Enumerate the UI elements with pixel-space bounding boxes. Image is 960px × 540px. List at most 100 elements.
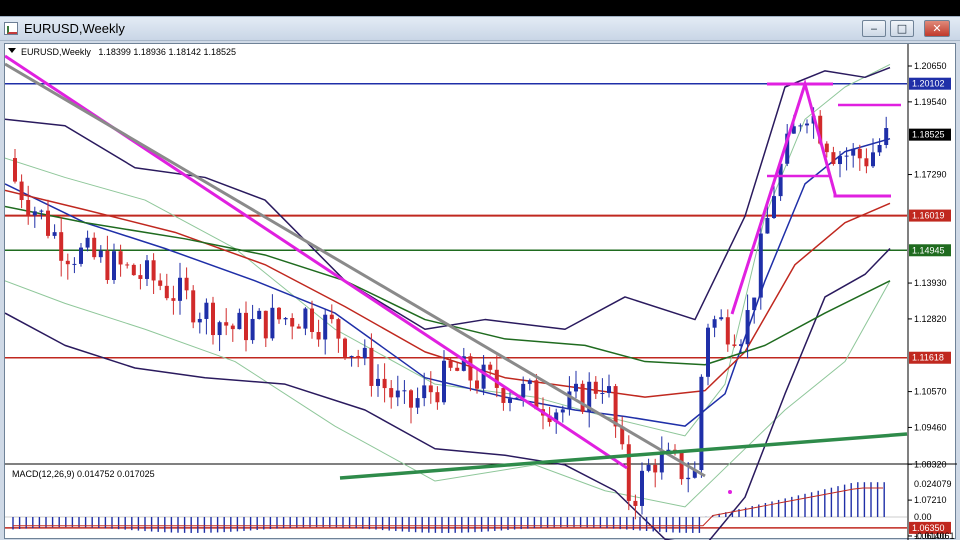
macd-marker-dot: [728, 490, 732, 494]
candle-body: [633, 500, 638, 506]
candle-body: [343, 338, 347, 357]
price-tick-label: 1.08320: [914, 459, 947, 469]
candle-body: [250, 318, 255, 341]
candle-body: [138, 275, 143, 279]
symbol-label: EURUSD,Weekly: [21, 47, 91, 57]
candle-body: [303, 308, 308, 329]
candle-body: [316, 332, 321, 340]
candle-body: [442, 360, 446, 403]
candle-body: [85, 237, 90, 248]
price-tick-label: 1.07210: [914, 495, 947, 505]
double-top-pattern: [730, 78, 891, 315]
candle-body: [435, 392, 440, 403]
candle-body: [204, 302, 209, 319]
candle-body: [824, 143, 829, 153]
candle-body: [884, 128, 889, 145]
candle-body: [19, 181, 24, 201]
macd-tick-label: 0.00: [914, 512, 932, 522]
candle-body: [382, 378, 387, 389]
candle-body: [613, 386, 618, 427]
candle-body: [422, 385, 427, 399]
candle-body: [178, 277, 182, 301]
chart-canvas[interactable]: 1.20650 1.19540 1.17290 1.13930 1.12820 1.105…: [5, 44, 957, 540]
candle-body: [323, 314, 328, 340]
candle-body: [290, 318, 295, 327]
candle-body: [237, 312, 242, 330]
candle-body: [402, 390, 407, 392]
candle-body: [211, 302, 215, 336]
close-button[interactable]: ✕: [924, 20, 950, 37]
minimize-button[interactable]: ‒: [862, 20, 886, 37]
candle-body: [640, 470, 644, 506]
candle-body: [257, 310, 262, 319]
candle-body: [534, 380, 539, 410]
candle-body: [752, 297, 757, 311]
candle-body: [32, 211, 37, 216]
price-chart[interactable]: 1.20650 1.19540 1.17290 1.13930 1.12820 1.105…: [4, 43, 957, 540]
candle-body: [600, 392, 605, 394]
candle-body: [851, 148, 856, 156]
candle-body: [244, 312, 248, 341]
candle-body: [607, 386, 611, 393]
chart-menu-arrow-icon[interactable]: [8, 48, 16, 53]
candle-body: [230, 325, 235, 330]
candle-body: [679, 451, 684, 480]
price-label-text: 1.20102: [912, 79, 945, 89]
trendline-gray-down: [5, 62, 706, 478]
candle-body: [626, 444, 631, 501]
candle-body: [329, 314, 334, 320]
window-title: EURUSD,Weekly: [24, 21, 125, 36]
candle-body: [92, 237, 97, 258]
price-tick-label: 1.12820: [914, 314, 947, 324]
candle-body: [145, 260, 149, 279]
candle-body: [805, 123, 809, 126]
macd-indicator-label: MACD(12,26,9) 0.014752 0.017025: [12, 469, 155, 479]
candle-body: [409, 390, 413, 408]
candle-body: [857, 148, 862, 159]
candle-body: [864, 158, 869, 167]
candle-body: [508, 398, 512, 403]
symbol-header: EURUSD,Weekly 1.18399 1.18936 1.18142 1.…: [21, 47, 236, 57]
chart-window-icon[interactable]: [4, 22, 18, 35]
candle-body: [428, 385, 433, 393]
candle-body: [488, 364, 493, 370]
candle-body: [79, 247, 83, 264]
candle-body: [39, 210, 44, 212]
price-tick-label: 1.13930: [914, 278, 947, 288]
candle-body: [171, 298, 176, 301]
candle-body: [521, 383, 526, 398]
candle-body: [151, 260, 156, 281]
candle-body: [706, 327, 710, 377]
candle-body: [745, 310, 750, 345]
macd-tick-label: -0.014061: [914, 531, 955, 540]
moving-average-mid: [5, 189, 891, 398]
candle-body: [725, 317, 730, 345]
candle-body: [376, 378, 380, 386]
window-titlebar[interactable]: EURUSD,Weekly ‒ □ ✕: [0, 17, 960, 41]
candle-body: [59, 232, 64, 261]
candle-body: [712, 319, 717, 328]
maximize-button[interactable]: □: [890, 20, 914, 37]
price-tick-label: 1.20650: [914, 61, 947, 71]
candle-body: [765, 217, 770, 234]
candle-body: [574, 383, 578, 392]
envelope-lower: [5, 247, 891, 540]
candle-body: [13, 158, 17, 182]
candle-body: [65, 260, 70, 265]
price-tick-label: 1.10570: [914, 387, 947, 397]
candle-body: [838, 156, 842, 165]
candle-body: [481, 364, 486, 389]
price-label-text: 1.11618: [912, 353, 944, 363]
candle-body: [415, 398, 420, 408]
candle-body: [125, 264, 130, 266]
candle-body: [455, 367, 460, 371]
candle-body: [686, 477, 691, 480]
candle-body: [494, 369, 499, 388]
candle-body: [336, 319, 341, 339]
candle-body: [844, 155, 849, 157]
candle-body: [263, 310, 268, 339]
candle-body: [197, 318, 202, 323]
price-tick-label: 1.17290: [914, 170, 947, 180]
candle-body: [877, 144, 882, 153]
price-label-text: 1.16019: [912, 211, 945, 221]
